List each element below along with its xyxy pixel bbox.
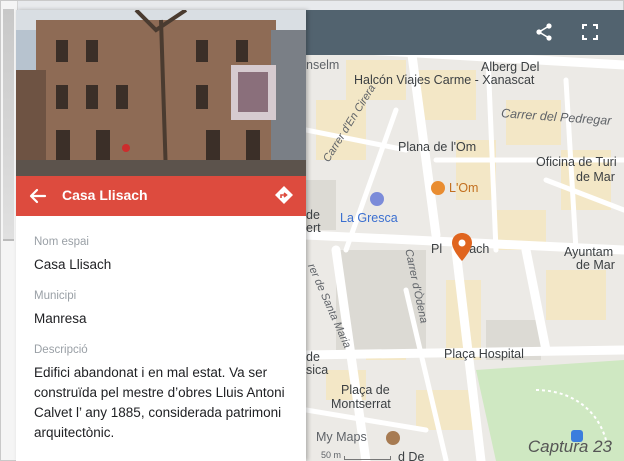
place-header-bar: Casa Llisach (16, 176, 306, 216)
map-label-de2: de (306, 350, 320, 364)
map-scale-bar (344, 456, 391, 460)
map-top-bar (306, 10, 624, 55)
field-label: Nom espai (34, 236, 89, 248)
building-icon[interactable] (386, 431, 400, 445)
map-label-montserrat1: Plaça de (341, 383, 390, 397)
map-scale-label: 50 m (321, 450, 342, 460)
map-label-montserrat2: Montserrat (331, 397, 391, 411)
share-icon[interactable] (534, 22, 554, 42)
map-label-anselm: nselm (306, 58, 340, 72)
back-arrow-icon[interactable] (28, 186, 48, 206)
field-municipi: Municipi Manresa (34, 290, 296, 329)
map-label-ajuntam[interactable]: Ayuntam (564, 245, 613, 259)
map-label-mymaps: My Maps (316, 430, 367, 444)
fullscreen-icon[interactable] (580, 22, 600, 42)
map-label-ajuntam2: de Mar (576, 258, 615, 272)
field-label: Municipi (34, 290, 77, 302)
field-descripcio: Descripció Edifici abandonat i en mal es… (34, 344, 296, 443)
place-photo[interactable] (16, 10, 306, 176)
venue-icon[interactable] (370, 192, 384, 206)
field-label: Descripció (34, 344, 88, 356)
map-label-ert: ert (306, 221, 321, 235)
caption-text: Captura 23 (527, 437, 612, 456)
map-view[interactable]: nselm Halcón Viajes Carme - Xanascat Alb… (306, 10, 624, 461)
map-label-de: de (306, 208, 320, 222)
map-label-alberg[interactable]: Alberg Del (481, 60, 539, 74)
restaurant-icon[interactable] (431, 181, 445, 195)
map-label-hospital: Plaça Hospital (444, 347, 524, 361)
place-title: Casa Llisach (62, 187, 148, 203)
map-label-lom[interactable]: L'Om (449, 181, 478, 195)
map-label-sica: sica (306, 363, 329, 377)
map-label-oficina[interactable]: Oficina de Turi (536, 155, 617, 169)
place-details-panel: Casa Llisach Nom espai Casa Llisach Muni… (16, 10, 306, 461)
map-label-halcon[interactable]: Halcón Viajes Carme - Xanascat (354, 73, 534, 87)
field-value: Manresa (34, 311, 87, 326)
map-pin-icon[interactable] (451, 232, 473, 262)
field-nom-espai: Nom espai Casa Llisach (34, 236, 296, 275)
map-label-gresca[interactable]: La Gresca (340, 211, 398, 225)
map-label-plana: Plana de l'Om (398, 140, 477, 154)
field-value: Casa Llisach (34, 257, 112, 272)
directions-icon[interactable] (274, 185, 294, 205)
field-value: Edifici abandonat i en mal estat. Va ser… (34, 365, 285, 440)
map-label-oficina2: de Mar (576, 170, 615, 184)
map-label-dode: d De (398, 450, 425, 461)
